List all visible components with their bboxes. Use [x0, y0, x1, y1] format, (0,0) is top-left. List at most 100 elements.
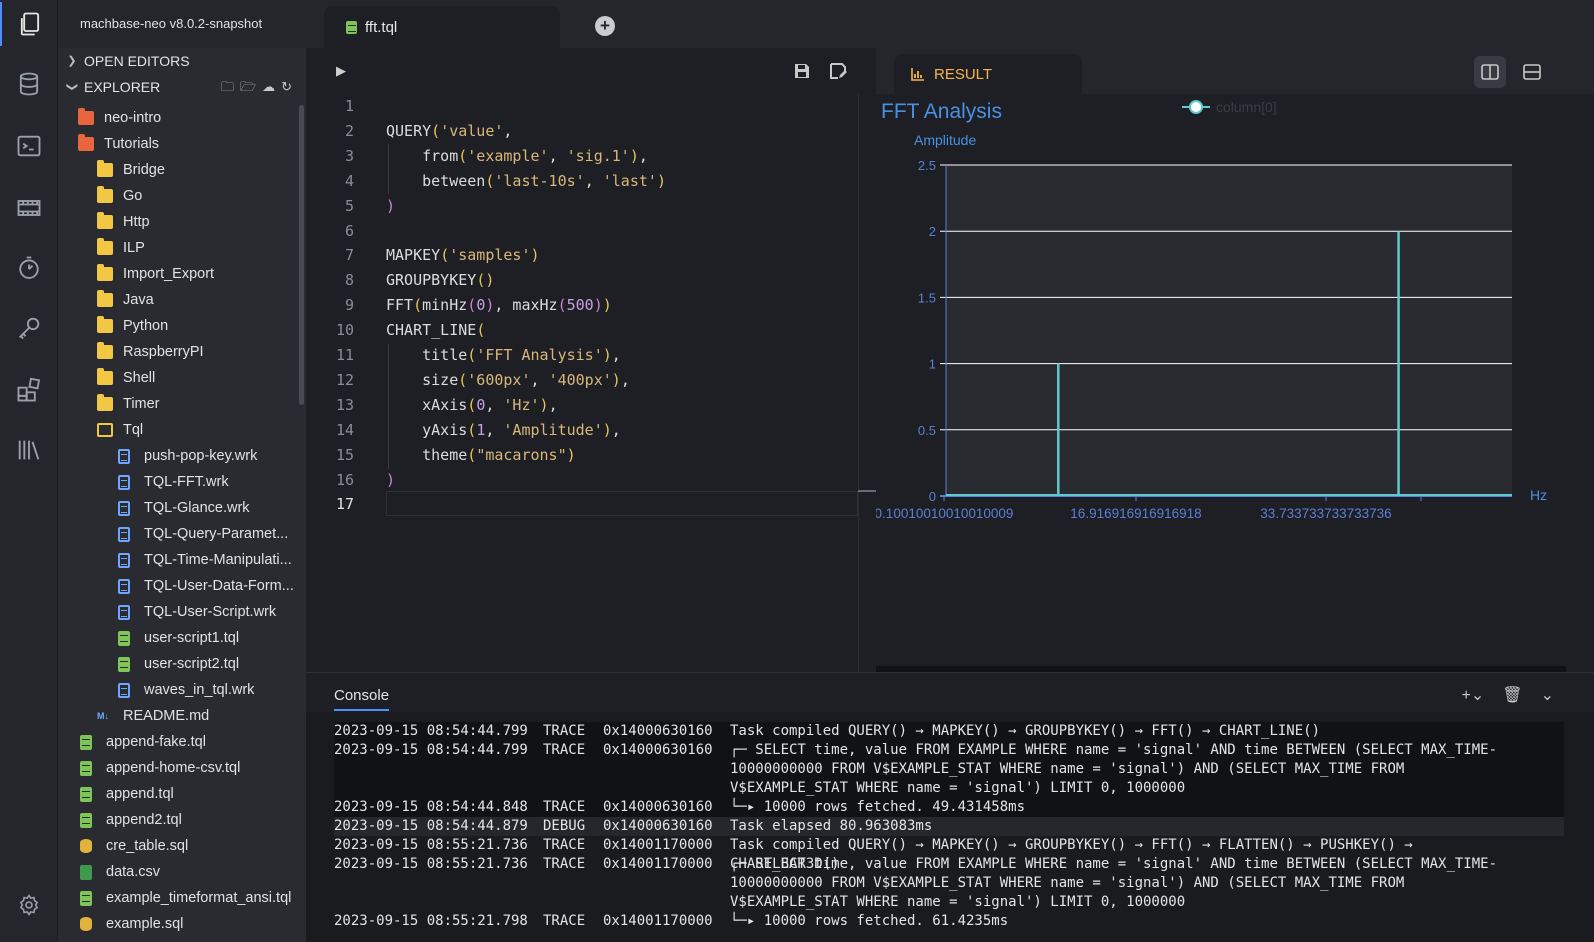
- add-log-icon[interactable]: +⌄: [1462, 685, 1485, 705]
- tree-item[interactable]: cre_table.sql: [58, 833, 306, 859]
- log-time: 2023-09-15 08:54:44.799: [334, 723, 528, 739]
- code-line: title('FFT Analysis'),: [386, 346, 621, 364]
- tree-item[interactable]: user-script2.tql: [58, 651, 306, 677]
- console-tab[interactable]: Console: [334, 687, 390, 711]
- code-line: ): [386, 196, 396, 215]
- tree-item[interactable]: Timer: [58, 391, 306, 417]
- tree-item[interactable]: neo-intro: [58, 105, 306, 131]
- tree-item[interactable]: Tql: [58, 417, 306, 443]
- tql-file-icon: [80, 734, 92, 750]
- refresh-icon[interactable]: ↻: [281, 74, 292, 100]
- tql-file-icon: [80, 890, 92, 906]
- tab-result[interactable]: RESULT: [894, 54, 1082, 94]
- code-line: theme("macarons"): [386, 445, 576, 464]
- terminal-activity-button[interactable]: [0, 124, 58, 168]
- log-message: ┌─ SELECT time, value FROM EXAMPLE WHERE…: [730, 742, 1498, 796]
- sidebar-scrollbar[interactable]: [299, 105, 304, 405]
- tree-item[interactable]: Shell: [58, 365, 306, 391]
- line-number: 12: [335, 370, 354, 389]
- horizontal-split-button[interactable]: [1516, 56, 1548, 88]
- tree-item[interactable]: Tutorials: [58, 131, 306, 157]
- tree-item[interactable]: Bridge: [58, 157, 306, 183]
- tree-item[interactable]: waves_in_tql.wrk: [58, 677, 306, 703]
- split-divider[interactable]: [858, 94, 859, 672]
- explorer-section[interactable]: ❯ EXPLORER 🗀 🗁 ☁ ↻: [58, 74, 306, 100]
- special-folder-icon: [78, 134, 94, 151]
- database-activity-button[interactable]: [0, 62, 58, 106]
- explorer-activity-button[interactable]: [0, 2, 58, 46]
- result-tab-label: RESULT: [934, 65, 993, 83]
- console-scrollbar[interactable]: [1566, 712, 1594, 942]
- trash-icon[interactable]: 🗑: [1502, 685, 1522, 705]
- tree-item[interactable]: append-fake.tql: [58, 729, 306, 755]
- log-id: 0x14001170000: [603, 913, 713, 929]
- tree-item-label: TQL-Time-Manipulati...: [144, 552, 292, 568]
- tree-item[interactable]: push-pop-key.wrk: [58, 443, 306, 469]
- log-row: 2023-09-15 08:55:21.736 TRACE 0x1400117000…: [334, 855, 1564, 912]
- film-activity-button[interactable]: [0, 186, 58, 230]
- save-as-icon[interactable]: [828, 61, 848, 81]
- log-message: └─▸ 10000 rows fetched. 49.431458ms: [730, 799, 1026, 815]
- tree-item[interactable]: RaspberryPI: [58, 339, 306, 365]
- library-activity-button[interactable]: [0, 428, 58, 472]
- tree-item[interactable]: M↓ README.md: [58, 703, 306, 729]
- tree-item[interactable]: TQL-FFT.wrk: [58, 469, 306, 495]
- run-button[interactable]: ▶: [336, 63, 346, 79]
- tab-fft-tql[interactable]: fft.tql: [324, 6, 560, 48]
- tree-item-label: append-home-csv.tql: [106, 760, 241, 776]
- explorer-label: EXPLORER: [84, 79, 161, 95]
- tree-item[interactable]: Http: [58, 209, 306, 235]
- legend-marker: [1189, 100, 1203, 114]
- tree-item[interactable]: TQL-User-Script.wrk: [58, 599, 306, 625]
- tree-item[interactable]: Python: [58, 313, 306, 339]
- workbook-file-icon: [118, 552, 130, 568]
- add-tab-button[interactable]: +: [595, 16, 615, 36]
- open-editors-section[interactable]: ❯ OPEN EDITORS: [58, 48, 306, 74]
- sql-file-icon: [80, 917, 92, 931]
- save-icon[interactable]: [792, 61, 812, 81]
- log-message: ┌─ SELECT time, value FROM EXAMPLE WHERE…: [730, 856, 1498, 910]
- plot-background: [946, 165, 1512, 496]
- tree-item[interactable]: user-script1.tql: [58, 625, 306, 651]
- tree-item-label: data.csv: [106, 864, 160, 880]
- tree-item[interactable]: TQL-User-Data-Form...: [58, 573, 306, 599]
- tree-item[interactable]: append-home-csv.tql: [58, 755, 306, 781]
- tree-item[interactable]: TQL-Query-Paramet...: [58, 521, 306, 547]
- tree-item[interactable]: example.sql: [58, 911, 306, 937]
- tree-item[interactable]: data.csv: [58, 859, 306, 885]
- tree-item[interactable]: TQL-Glance.wrk: [58, 495, 306, 521]
- code-line: size('600px', '400px'),: [386, 370, 630, 389]
- tree-item-label: Http: [123, 214, 150, 230]
- terminal-icon: [17, 135, 41, 157]
- key-activity-button[interactable]: [0, 306, 58, 350]
- tree-item-label: TQL-User-Script.wrk: [144, 604, 277, 620]
- split-handle[interactable]: [858, 490, 876, 492]
- settings-activity-button[interactable]: [0, 883, 58, 927]
- tree-item[interactable]: Import_Export: [58, 261, 306, 287]
- tree-item[interactable]: example_timeformat_ansi.tql: [58, 885, 306, 911]
- new-file-icon[interactable]: 🗀: [221, 74, 234, 100]
- tree-item[interactable]: append2.tql: [58, 807, 306, 833]
- cloud-icon[interactable]: ☁: [262, 74, 275, 100]
- new-folder-icon[interactable]: 🗁: [240, 74, 256, 100]
- tree-item[interactable]: Java: [58, 287, 306, 313]
- tree-item-label: Tql: [123, 422, 144, 438]
- chart-title: FFT Analysis: [881, 100, 1002, 123]
- tql-file-icon: [80, 812, 92, 828]
- tree-item[interactable]: TQL-Time-Manipulati...: [58, 547, 306, 573]
- chevron-down-icon[interactable]: ⌄: [1541, 685, 1554, 705]
- tree-item[interactable]: append.tql: [58, 781, 306, 807]
- line-number: 3: [344, 146, 354, 165]
- fft-chart[interactable]: FFT Analysis column[0] Amplitude Hz 0 0.5…: [875, 94, 1566, 534]
- timer-activity-button[interactable]: [0, 246, 58, 290]
- tree-item[interactable]: ILP: [58, 235, 306, 261]
- extensions-activity-button[interactable]: [0, 368, 58, 412]
- console-header: Console +⌄ 🗑 ⌄: [306, 672, 1594, 712]
- tree-item[interactable]: Go: [58, 183, 306, 209]
- code-editor[interactable]: 1 2 QUERY('value', 3 from('example', 'sig.1…: [306, 94, 858, 672]
- special-folder-icon: [78, 108, 94, 125]
- vertical-split-button[interactable]: [1474, 56, 1506, 88]
- chart-legend[interactable]: column[0]: [1182, 99, 1277, 115]
- console-log[interactable]: 2023-09-15 08:54:44.799 TRACE 0x1400063016…: [306, 712, 1566, 942]
- tree-item-label: example.sql: [106, 916, 184, 932]
